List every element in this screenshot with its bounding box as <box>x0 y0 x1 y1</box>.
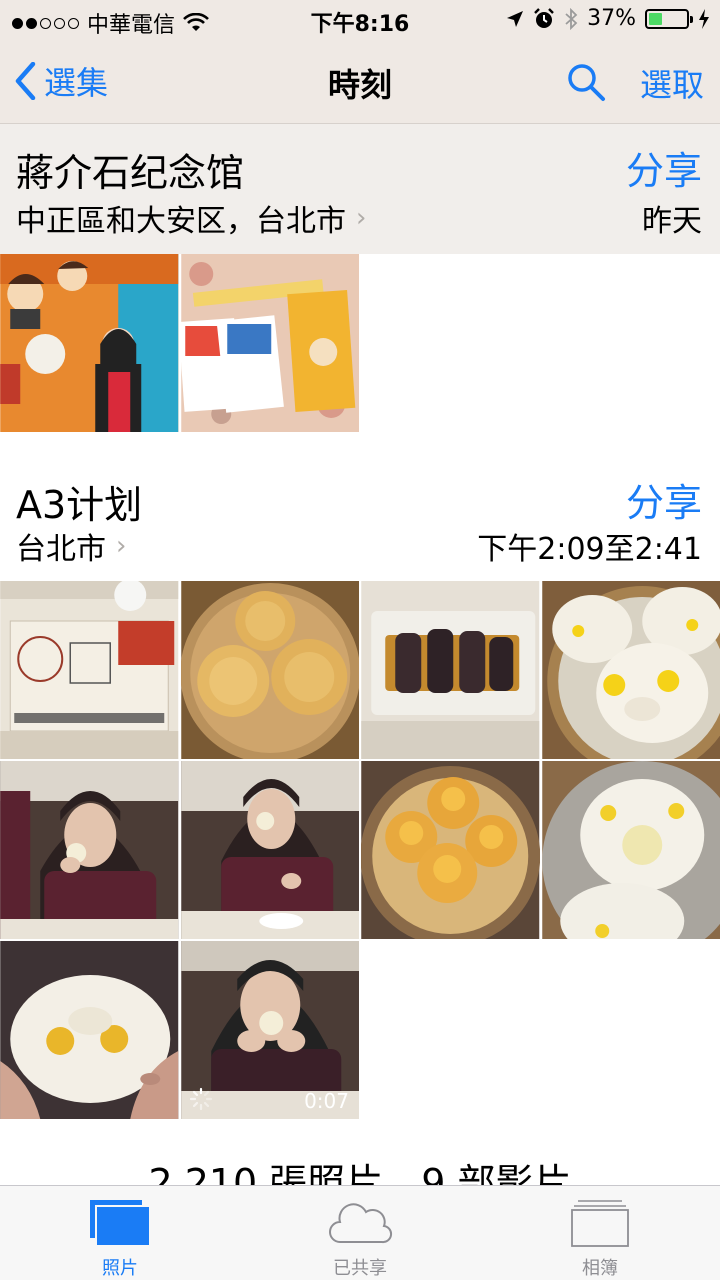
share-button[interactable]: 分享 <box>626 472 702 527</box>
search-icon[interactable] <box>566 62 606 102</box>
signal-dot <box>68 17 79 29</box>
charging-bolt-icon <box>699 8 709 29</box>
video-duration: 0:07 <box>304 1089 349 1113</box>
tab-photos[interactable]: 照片 <box>0 1186 240 1280</box>
alarm-clock-icon <box>534 7 554 28</box>
signal-dot <box>54 17 65 29</box>
signal-dot <box>26 17 37 29</box>
status-bar: 中華電信 下午8:16 37% <box>0 0 720 40</box>
tab-albums[interactable]: 相簿 <box>480 1186 720 1280</box>
battery-icon <box>645 8 693 29</box>
photo-thumbnail[interactable] <box>0 941 179 1119</box>
photo-thumbnail[interactable] <box>180 254 360 432</box>
photo-thumbnail[interactable] <box>541 761 720 939</box>
photo-placemat-menu <box>0 581 179 759</box>
photo-grid: 0:07 <box>0 581 720 1119</box>
video-thumbnail[interactable]: 0:07 <box>180 941 360 1119</box>
navigation-bar: 選集 時刻 選取 <box>0 40 720 124</box>
tab-bar: 照片 已共享 相簿 <box>0 1185 720 1280</box>
status-right: 37% <box>506 6 710 31</box>
moment-date: 下午2:09至2:41 <box>477 532 702 567</box>
moment-date: 昨天 <box>642 204 702 239</box>
moment-title: 蔣介石纪念馆 <box>16 151 245 195</box>
photo-pig-bun-in-hand <box>0 941 179 1119</box>
photo-pig-buns-steamer <box>541 581 720 759</box>
photo-thumbnail[interactable] <box>541 581 720 759</box>
loading-spinner-icon <box>189 1087 212 1111</box>
share-button[interactable]: 分享 <box>626 140 702 195</box>
photo-girl-eating-1 <box>0 761 179 939</box>
photo-eggplant-dish <box>361 581 540 759</box>
photo-girl-eating-2 <box>180 761 359 939</box>
photo-thumbnail[interactable] <box>0 254 179 432</box>
tab-label: 照片 <box>102 1258 138 1279</box>
photo-girl-cartoon-wall <box>0 254 179 432</box>
cloud-icon <box>329 1203 393 1244</box>
photo-pineapple-buns <box>180 581 359 759</box>
tab-label: 相簿 <box>582 1258 618 1279</box>
battery-percent: 37% <box>587 6 636 31</box>
signal-strength-icon <box>12 17 79 29</box>
moment-location: 中正區和大安区，台北市 <box>16 204 346 239</box>
location-arrow-icon <box>507 10 524 27</box>
moment-header: 蔣介石纪念馆 中正區和大安区，台北市 › 分享 昨天 <box>0 124 720 254</box>
photo-thumbnail[interactable] <box>180 581 359 759</box>
photo-thumbnail[interactable] <box>0 581 179 759</box>
tab-shared[interactable]: 已共享 <box>240 1186 480 1280</box>
back-button-label: 選集 <box>44 64 109 102</box>
chevron-left-icon <box>15 62 36 100</box>
albums-stack-icon <box>571 1200 629 1247</box>
chevron-right-icon: › <box>356 203 367 233</box>
photo-tickets-keychain <box>180 254 359 432</box>
battery-fill <box>649 12 663 25</box>
signal-dot <box>12 17 23 29</box>
wifi-icon <box>183 13 209 31</box>
tab-label: 已共享 <box>333 1258 387 1279</box>
photo-siu-mai <box>361 761 540 939</box>
moment-header: A3计划 台北市 › 分享 下午2:09至2:41 <box>0 456 720 580</box>
status-left: 中華電信 <box>12 7 209 39</box>
signal-dot <box>40 17 51 29</box>
carrier-name: 中華電信 <box>87 13 176 38</box>
photo-pig-buns-closeup <box>541 761 720 939</box>
photo-thumbnail[interactable] <box>0 761 179 939</box>
photos-stack-icon <box>90 1200 151 1247</box>
moment-location: 台北市 <box>16 532 106 567</box>
back-button[interactable]: 選集 <box>14 58 108 104</box>
photo-thumbnail[interactable] <box>361 761 540 939</box>
moment-location-link[interactable]: 中正區和大安区，台北市 › <box>16 196 366 240</box>
photo-thumbnail[interactable] <box>361 581 540 759</box>
chevron-right-icon: › <box>116 531 127 561</box>
photo-grid <box>0 254 720 432</box>
moment-title: A3计划 <box>16 483 143 527</box>
moment-location-link[interactable]: 台北市 › <box>16 524 126 568</box>
bluetooth-icon <box>565 7 578 30</box>
photo-thumbnail[interactable] <box>180 761 360 939</box>
select-button[interactable]: 選取 <box>640 60 704 106</box>
